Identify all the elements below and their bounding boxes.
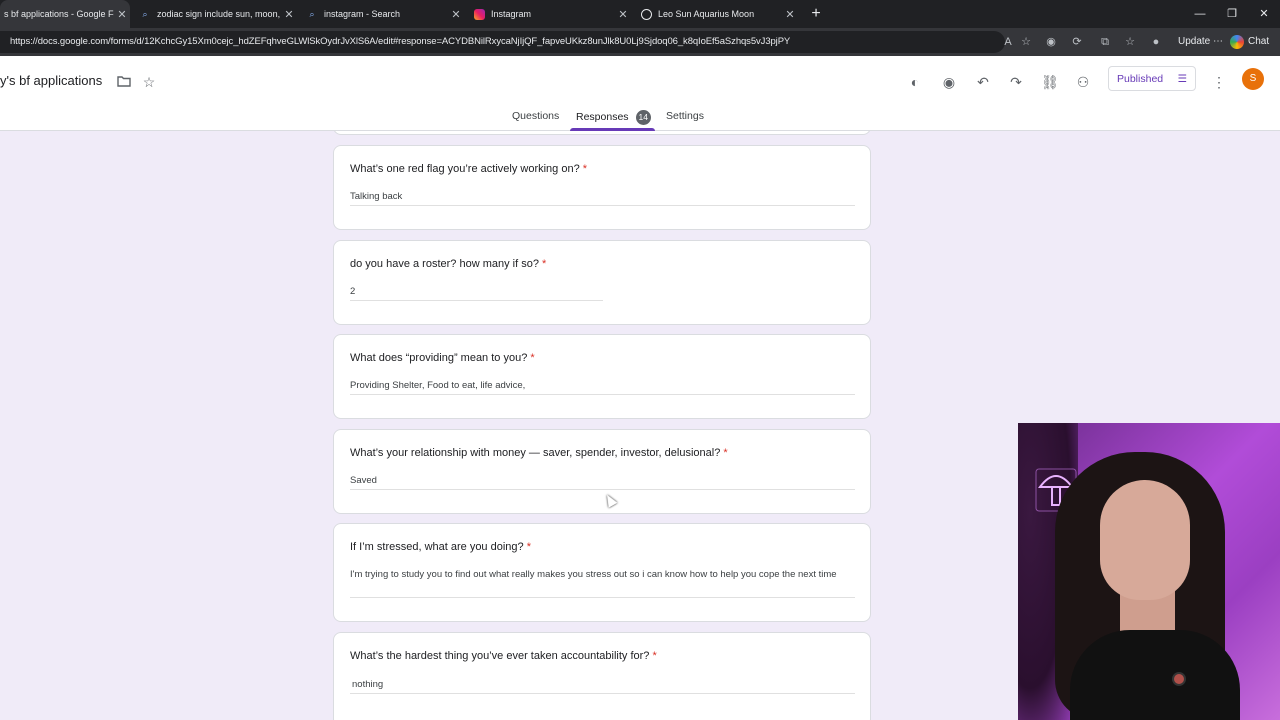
address-bar-row: https://docs.google.com/forms/d/12KchcGy… [0, 28, 1280, 56]
required-asterisk: * [582, 163, 588, 175]
update-label: Update [1178, 36, 1211, 47]
link-icon[interactable]: ⛓ [1039, 71, 1061, 93]
close-icon[interactable]: ✕ [615, 8, 631, 21]
star-icon[interactable]: ☆ [138, 71, 160, 93]
avatar[interactable]: S [1242, 68, 1264, 90]
tab-responses[interactable]: Responses 14 [576, 110, 651, 125]
browser-tab-leo-sun[interactable]: Leo Sun Aquarius Moon ✕ [632, 0, 798, 28]
form-tabs: Questions Responses 14 Settings [0, 106, 1280, 131]
answer-text: Saved [350, 475, 377, 486]
form-title[interactable]: y's bf applications [0, 73, 102, 88]
answer-text: nothing [352, 679, 384, 690]
minimize-icon[interactable]: — [1184, 0, 1216, 28]
restore-icon[interactable]: ❐ [1216, 0, 1248, 28]
close-icon[interactable]: ✕ [114, 8, 130, 21]
answer-underline [350, 300, 603, 301]
forms-header: y's bf applications ☆ ◐ ◉ ↶ ↷ ⛓ ⚇ Publis… [0, 56, 1280, 131]
preview-eye-icon[interactable]: ◉ [938, 71, 960, 93]
question-title: do you have a roster? how many if so? * [350, 258, 546, 270]
answer-text: Providing Shelter, Food to eat, life adv… [350, 380, 526, 391]
browser-tab-google-forms[interactable]: s bf applications - Google Form ✕ [0, 0, 130, 28]
tab-questions[interactable]: Questions [512, 110, 559, 122]
required-asterisk: * [723, 447, 728, 459]
question-card: What’s the hardest thing you’ve ever tak… [333, 632, 871, 720]
bookmark-star-icon[interactable]: ☆ [1018, 34, 1034, 50]
read-aloud-icon[interactable]: A [1000, 34, 1016, 50]
palette-icon[interactable]: ◐ [904, 71, 926, 93]
gemini-icon [1230, 35, 1244, 49]
question-text: do you have a roster? how many if so? [350, 258, 539, 270]
answer-text: I'm trying to study you to find out what… [350, 569, 837, 580]
update-button[interactable]: Update ⋯ [1172, 33, 1229, 51]
settings-sliders-icon: ☰ [1177, 72, 1187, 85]
search-icon: ⌕ [142, 8, 148, 19]
question-text: What’s one red flag you’re actively work… [350, 163, 580, 175]
extension-icon[interactable]: ⟳ [1069, 34, 1085, 50]
window-close-icon[interactable]: ✕ [1248, 0, 1280, 28]
answer-underline [350, 489, 855, 490]
question-card: If I’m stressed, what are you doing? * I… [333, 523, 871, 622]
answer-underline [350, 394, 855, 395]
answer-underline [350, 205, 855, 206]
question-title: What does “providing” mean to you? * [350, 352, 535, 364]
required-asterisk: * [526, 541, 531, 553]
published-button[interactable]: Published ☰ [1108, 66, 1196, 91]
tab-title: zodiac sign include sun, moon, AN [157, 9, 281, 19]
question-text: What’s the hardest thing you’ve ever tak… [350, 650, 650, 662]
webcam-person-body [1070, 630, 1240, 720]
answer-underline [350, 597, 855, 598]
question-title: What’s the hardest thing you’ve ever tak… [350, 650, 657, 662]
tab-settings[interactable]: Settings [666, 110, 704, 122]
answer-text: Talking back [350, 191, 403, 202]
question-text: What’s your relationship with money — sa… [350, 447, 721, 459]
tab-title: Instagram [491, 9, 532, 19]
answer-underline [350, 693, 855, 694]
undo-icon[interactable]: ↶ [972, 71, 994, 93]
chat-label: Chat [1248, 36, 1270, 47]
webcam-person-face [1100, 480, 1190, 600]
bookmarks-icon[interactable]: ☆ [1122, 34, 1138, 50]
profile-icon[interactable]: ● [1148, 34, 1164, 50]
webcam-pendant [1172, 672, 1186, 686]
folder-icon[interactable] [113, 71, 135, 93]
previous-question-card [333, 131, 871, 135]
tab-title: s bf applications - Google Form [4, 9, 114, 19]
published-label: Published [1117, 72, 1164, 85]
responses-count-badge: 14 [635, 110, 651, 125]
close-icon[interactable]: ✕ [448, 8, 464, 21]
extension-icon[interactable]: ◉ [1043, 34, 1059, 50]
browser-tab-instagram[interactable]: Instagram ✕ [465, 0, 631, 28]
more-options-icon[interactable]: ⋮ [1208, 71, 1230, 93]
browser-tab-zodiac-search[interactable]: ⌕ zodiac sign include sun, moon, AN ✕ [131, 0, 297, 28]
question-card: What does “providing” mean to you? * Pro… [333, 334, 871, 419]
question-text: If I’m stressed, what are you doing? [350, 541, 524, 553]
chatgpt-icon [640, 8, 652, 20]
required-asterisk: * [542, 258, 547, 270]
question-title: What’s one red flag you’re actively work… [350, 163, 587, 175]
new-tab-button[interactable]: + [806, 4, 826, 24]
browser-tab-instagram-search[interactable]: ⌕ instagram - Search ✕ [298, 0, 464, 28]
required-asterisk: * [530, 352, 535, 364]
url-field[interactable]: https://docs.google.com/forms/d/12KchcGy… [0, 31, 1005, 53]
browser-tab-bar: s bf applications - Google Form ✕ ⌕ zodi… [0, 0, 1280, 28]
instagram-icon [473, 8, 485, 20]
question-card: What’s your relationship with money — sa… [333, 429, 871, 514]
extensions-puzzle-icon[interactable]: ⧉ [1097, 34, 1113, 50]
question-text: What does “providing” mean to you? [350, 352, 528, 364]
question-title: If I’m stressed, what are you doing? * [350, 541, 531, 553]
close-icon[interactable]: ✕ [281, 8, 297, 21]
required-asterisk: * [652, 650, 657, 662]
tab-responses-label: Responses [576, 111, 629, 123]
question-card: What’s one red flag you’re actively work… [333, 145, 871, 230]
question-card: do you have a roster? how many if so? * … [333, 240, 871, 325]
tab-title: instagram - Search [324, 9, 401, 19]
add-collaborator-icon[interactable]: ⚇ [1072, 71, 1094, 93]
answer-text: 2 [350, 286, 356, 297]
search-icon: ⌕ [309, 8, 315, 19]
gemini-chat-button[interactable]: Chat [1230, 33, 1269, 51]
redo-icon[interactable]: ↷ [1005, 71, 1027, 93]
tab-title: Leo Sun Aquarius Moon [658, 9, 755, 19]
question-title: What’s your relationship with money — sa… [350, 447, 728, 459]
close-icon[interactable]: ✕ [782, 8, 798, 21]
